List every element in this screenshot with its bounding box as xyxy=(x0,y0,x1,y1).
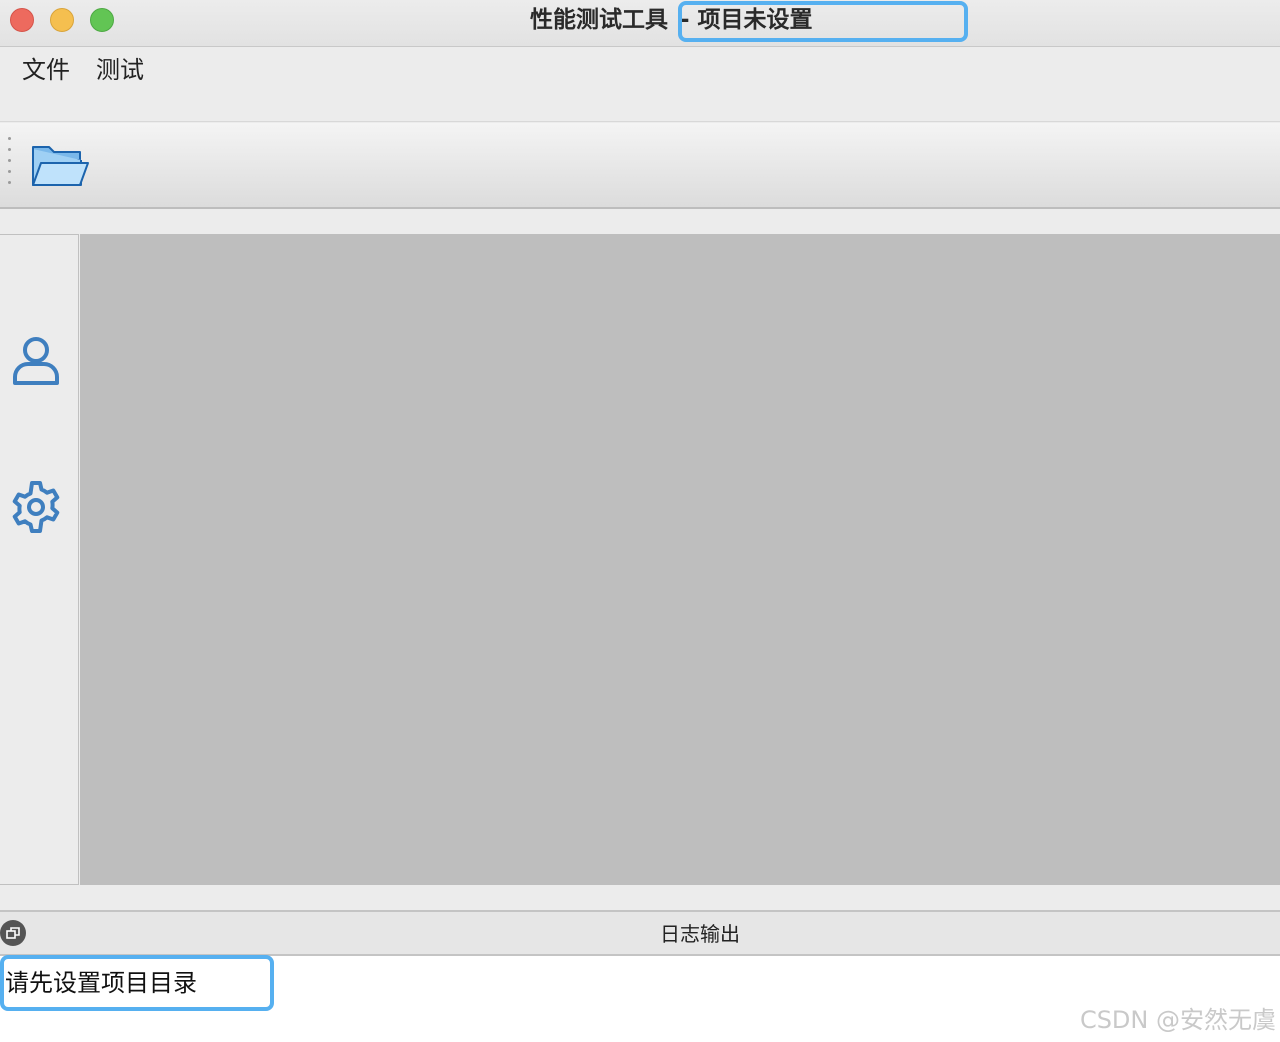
gear-icon xyxy=(12,481,60,533)
toolbar-grip-handle[interactable] xyxy=(8,137,12,193)
settings-button[interactable] xyxy=(8,479,64,535)
log-highlight-box xyxy=(0,955,274,1011)
watermark: CSDN @安然无虞 xyxy=(1079,1006,1276,1034)
window-title-main: 性能测试工具 xyxy=(530,7,668,33)
main-workspace xyxy=(80,234,1280,885)
user-button[interactable] xyxy=(8,331,64,387)
title-highlight-box xyxy=(678,1,968,42)
menu-file[interactable]: 文件 xyxy=(22,56,70,84)
minimize-window-button[interactable] xyxy=(50,8,74,32)
menu-bar: 文件 测试 xyxy=(0,48,1280,122)
open-folder-button[interactable] xyxy=(28,141,92,191)
maximize-window-button[interactable] xyxy=(90,8,114,32)
sidebar xyxy=(0,234,79,885)
menu-test[interactable]: 测试 xyxy=(96,56,144,84)
toolbar xyxy=(0,123,1280,209)
user-icon xyxy=(13,337,59,385)
folder-open-icon xyxy=(32,146,89,186)
close-window-button[interactable] xyxy=(10,8,34,32)
log-dock-title: 日志输出 xyxy=(660,922,740,946)
title-bar: 性能测试工具 - 项目未设置 xyxy=(0,0,1280,47)
log-dock-titlebar: 日志输出 xyxy=(0,910,1280,956)
